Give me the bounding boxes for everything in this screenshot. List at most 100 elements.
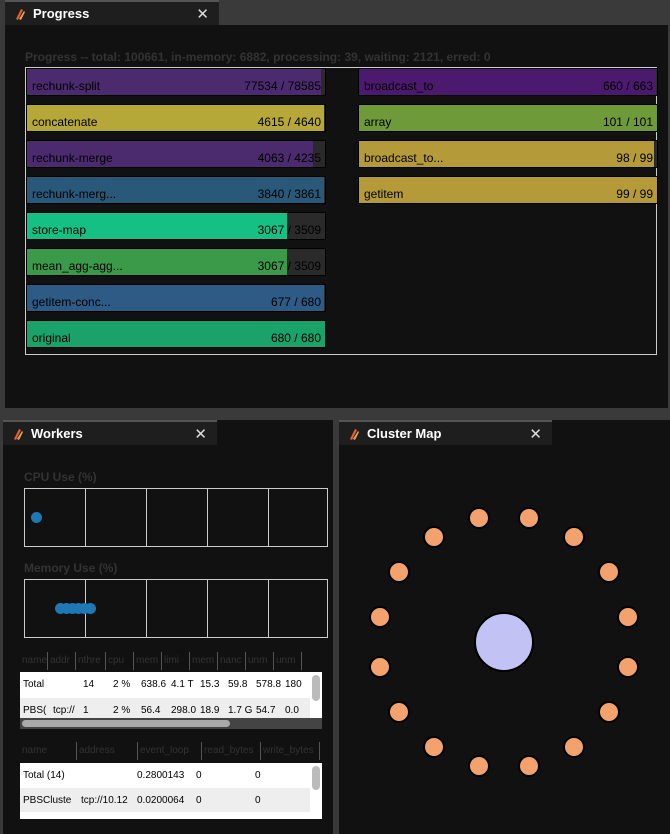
progress-bar-label: rechunk-merg...	[32, 187, 117, 201]
table-cell: PBSCluste	[23, 795, 72, 806]
progress-bar-store-map: store-map 3067 / 3509	[26, 212, 326, 240]
progress-bar-count: 4063 / 4235	[257, 151, 321, 165]
worker-node[interactable]	[563, 735, 585, 758]
cluster-map	[339, 445, 670, 834]
progress-bar-original: original 680 / 680	[26, 320, 326, 348]
dask-logo-icon	[350, 428, 359, 440]
worker-node[interactable]	[468, 507, 491, 530]
table-cell: 0	[255, 770, 261, 781]
horizontal-scrollbar[interactable]	[20, 718, 322, 729]
progress-bar-label: store-map	[32, 223, 87, 237]
column-header[interactable]: name	[20, 742, 77, 760]
progress-bar-broadcast-to-: broadcast_to... 98 / 99	[358, 140, 658, 168]
column-header[interactable]: unm	[274, 652, 302, 670]
column-header[interactable]: address	[77, 742, 138, 760]
progress-bar-count: 3067 / 3509	[257, 223, 321, 237]
worker-node[interactable]	[388, 560, 411, 583]
table-cell: 14	[83, 679, 95, 690]
worker-node[interactable]	[517, 754, 540, 777]
table-cell: tcp://	[53, 705, 75, 716]
progress-bar-label: original	[32, 331, 71, 345]
table-cell: tcp://10.12	[81, 795, 128, 806]
table-cell: 0	[196, 770, 202, 781]
progress-bar-label: mean_agg-agg...	[32, 259, 123, 273]
worker-table-header: name addr nthre cpu mem limi mem nanc unm unm	[20, 652, 320, 670]
worker-node[interactable]	[388, 701, 411, 723]
progress-bar-rechunk-merge: rechunk-merge 4063 / 4235	[26, 140, 326, 168]
tab-workers[interactable]: Workers ✕	[3, 420, 217, 445]
column-header[interactable]: nthre	[76, 652, 106, 670]
worker-node[interactable]	[468, 754, 491, 777]
table-cell: PBS(	[23, 705, 47, 716]
table-cell: 0	[255, 795, 261, 806]
progress-bar-count: 99 / 99	[616, 187, 653, 201]
column-header[interactable]: mem	[190, 652, 218, 670]
table-cell: 56.4	[141, 705, 161, 716]
progress-bar-concatenate: concatenate 4615 / 4640	[26, 104, 326, 132]
worker-node[interactable]	[517, 507, 540, 530]
table-cell: 2 %	[113, 679, 131, 690]
tab-cluster-map[interactable]: Cluster Map ✕	[339, 420, 552, 445]
worker-node[interactable]	[597, 560, 620, 583]
vertical-scrollbar[interactable]	[312, 675, 320, 701]
cluster-map-panel: Cluster Map ✕	[339, 420, 670, 834]
dask-logo-icon	[14, 428, 23, 440]
table-cell: 0.0	[285, 705, 299, 716]
table-row[interactable]: Total 14 2 % 638.6 4.1 T 15.3 59.8 578.8 180	[20, 672, 310, 698]
progress-bar-label: rechunk-merge	[32, 151, 113, 165]
progress-bar-rechunk-split: rechunk-split 77534 / 78585	[26, 68, 326, 96]
worker-node[interactable]	[597, 701, 620, 723]
column-header[interactable]: write_bytes	[261, 742, 320, 760]
column-header[interactable]: unm	[246, 652, 274, 670]
table-cell: 59.8	[228, 679, 248, 690]
column-header[interactable]: nanc	[218, 652, 246, 670]
table-cell: 0.2800143	[137, 770, 185, 781]
table-cell: 638.6	[141, 679, 167, 690]
worker-node[interactable]	[616, 606, 639, 629]
worker-node[interactable]	[369, 655, 392, 678]
column-header[interactable]: event_loop	[138, 742, 202, 760]
table-cell: 1	[83, 705, 89, 716]
column-header[interactable]: limi	[162, 652, 190, 670]
progress-bars-area: rechunk-split 77534 / 78585 concatenate 461…	[25, 67, 658, 355]
column-header[interactable]: mem	[134, 652, 162, 670]
close-icon[interactable]: ✕	[196, 5, 209, 23]
progress-bar-label: getitem-conc...	[32, 295, 111, 309]
table-row[interactable]: PBS(tcp:// 1 2 % 56.4 298.0 18.9 1.7 G 54.7 0.0	[20, 698, 310, 718]
cpu-use-plot	[24, 488, 328, 547]
worker-node[interactable]	[422, 526, 445, 549]
worker-node[interactable]	[422, 735, 445, 758]
table-cell: Total	[23, 679, 45, 690]
progress-bar-count: 3067 / 3509	[257, 259, 321, 273]
column-header[interactable]: name	[20, 652, 48, 670]
column-header[interactable]: read_bytes	[202, 742, 261, 760]
worker-node[interactable]	[563, 526, 585, 549]
table-row[interactable]: PBSCluste tcp://10.12 0.0200064 0 0	[20, 788, 310, 812]
table-row[interactable]: Total (14) 0.2800143 0 0	[20, 763, 310, 787]
tab-progress[interactable]: Progress ✕	[5, 0, 219, 25]
cpu-use-title: CPU Use (%)	[24, 470, 97, 484]
worker-node[interactable]	[616, 655, 639, 678]
progress-bar-label: concatenate	[32, 115, 98, 129]
vertical-scrollbar[interactable]	[312, 766, 320, 790]
table-cell: 54.7	[256, 705, 276, 716]
workers-panel: Workers ✕ CPU Use (%) Memory Use (%) nam…	[3, 420, 333, 834]
progress-summary: Progress -- total: 100661, in-memory: 68…	[25, 50, 491, 64]
column-header[interactable]: addr	[48, 652, 76, 670]
progress-bar-getitem-conc-: getitem-conc... 677 / 680	[26, 284, 326, 312]
progress-bar-count: 101 / 101	[602, 115, 653, 129]
progress-bar-label: broadcast_to...	[364, 151, 444, 165]
close-icon[interactable]: ✕	[194, 425, 207, 443]
scheduler-node[interactable]	[474, 612, 534, 672]
progress-bar-count: 4615 / 4640	[257, 115, 321, 129]
progress-bar-count: 77534 / 78585	[244, 79, 321, 93]
column-header[interactable]: cpu	[106, 652, 134, 670]
table-cell: 180	[285, 679, 302, 690]
memory-use-title: Memory Use (%)	[24, 561, 118, 575]
close-icon[interactable]: ✕	[529, 425, 542, 443]
usage-point	[31, 512, 42, 523]
tab-title: Workers	[31, 426, 83, 441]
progress-bar-count: 3840 / 3861	[257, 187, 321, 201]
worker-node[interactable]	[369, 606, 392, 629]
progress-bar-getitem: getitem 99 / 99	[358, 176, 658, 204]
